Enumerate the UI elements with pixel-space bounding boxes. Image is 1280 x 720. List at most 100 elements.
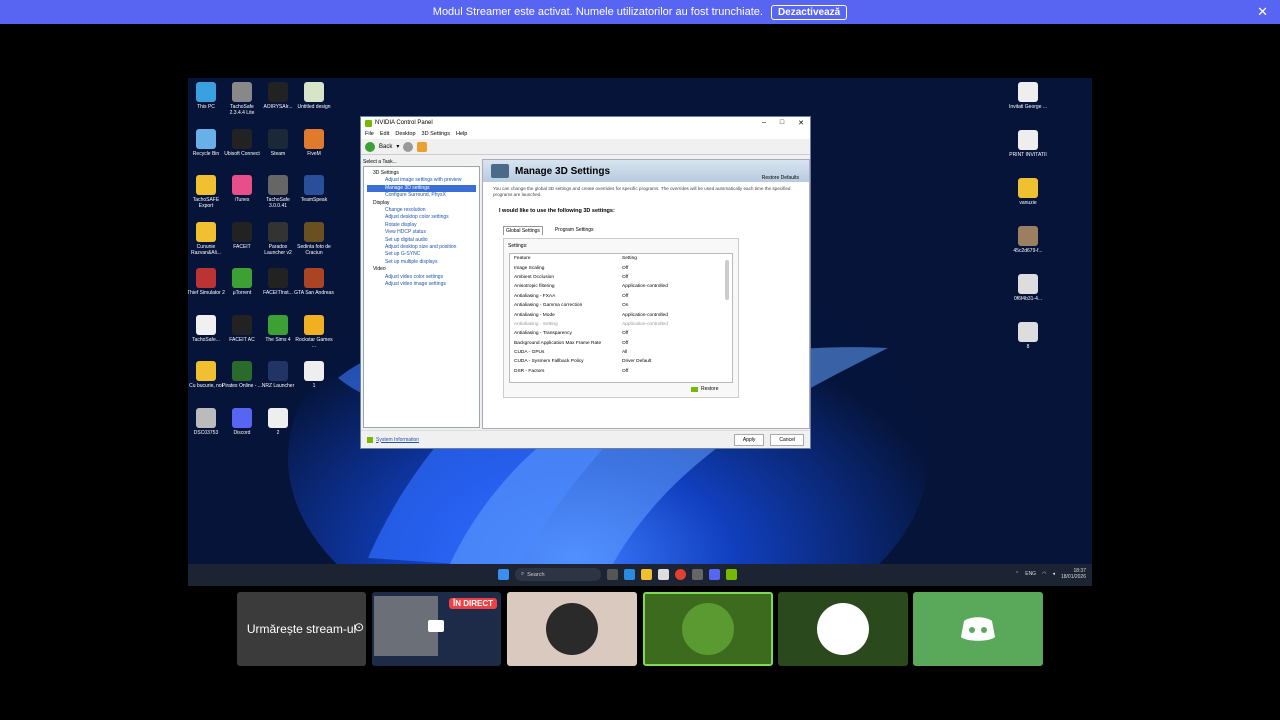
- menu-help[interactable]: Help: [456, 131, 467, 137]
- desktop-icon[interactable]: TachoSAFE Export: [188, 175, 226, 209]
- table-row[interactable]: Background Application Max Frame Rate Off: [510, 339, 732, 348]
- volume-icon[interactable]: ◂: [1052, 571, 1055, 577]
- table-row[interactable]: Antialiasing - FXAA Off: [510, 292, 732, 301]
- desktop-icon[interactable]: Rockstar Games ...: [294, 314, 334, 349]
- desktop-icon[interactable]: FACEIT AC: [222, 314, 262, 343]
- desktop-icon[interactable]: PRINT INVITATII: [1008, 130, 1048, 158]
- desktop-icon[interactable]: 1: [294, 361, 334, 389]
- watch-stream-tile[interactable]: Urmărește stream-ul ⊙: [237, 592, 366, 666]
- tree-item[interactable]: Set up multiple displays: [367, 259, 476, 266]
- tree-item[interactable]: Set up digital audio: [367, 237, 476, 244]
- desktop-icon[interactable]: vanuzie: [1008, 178, 1048, 206]
- table-row[interactable]: DSR - Factors Off: [510, 367, 732, 376]
- table-row[interactable]: CUDA - GPUs All: [510, 348, 732, 357]
- desktop-icon[interactable]: TachoSafe...: [188, 314, 226, 343]
- table-row[interactable]: Antialiasing - Setting Application-contro…: [510, 320, 732, 329]
- tab-global-settings[interactable]: Global Settings: [503, 226, 543, 235]
- desktop-icon[interactable]: 0f6f4b31-4...: [1008, 274, 1048, 302]
- grid-scrollbar[interactable]: [725, 260, 729, 300]
- tree-item[interactable]: View HDCP status: [367, 229, 476, 236]
- tree-item[interactable]: Adjust desktop color settings: [367, 214, 476, 221]
- desktop-icon[interactable]: Invitati George ...: [1008, 82, 1048, 110]
- desktop-icon[interactable]: The Sims 4: [258, 314, 298, 343]
- table-row[interactable]: Antialiasing - Mode Application-controlle…: [510, 310, 732, 319]
- tree-category[interactable]: Video: [367, 266, 476, 273]
- close-icon[interactable]: ✕: [1257, 4, 1268, 20]
- store-icon[interactable]: [658, 569, 669, 580]
- desktop-icon[interactable]: iTunes: [222, 175, 262, 203]
- live-stream-tile[interactable]: ÎN DIRECT: [372, 592, 501, 666]
- desktop-icon[interactable]: Recycle Bin: [188, 128, 226, 157]
- desktop-icon[interactable]: NRZ Launcher: [258, 361, 298, 389]
- desktop-icon[interactable]: 45c2d679-f...: [1008, 226, 1048, 254]
- desktop-icon[interactable]: FACEIT: [222, 221, 262, 250]
- participant-tile-2-speaking[interactable]: [643, 592, 773, 666]
- chrome-icon[interactable]: [675, 569, 686, 580]
- menu-edit[interactable]: Edit: [380, 131, 389, 137]
- disable-streamer-mode-button[interactable]: Dezactivează: [770, 4, 848, 20]
- minimize-icon[interactable]: –: [762, 119, 766, 127]
- participant-tile-1[interactable]: [507, 592, 637, 666]
- apply-button[interactable]: Apply: [733, 433, 765, 446]
- app-icon[interactable]: [692, 569, 703, 580]
- table-row[interactable]: Antialiasing - Gamma correction On: [510, 301, 732, 310]
- home-icon[interactable]: [417, 141, 428, 152]
- discord-taskbar-icon[interactable]: [709, 569, 720, 580]
- back-arrow-icon[interactable]: [365, 141, 375, 152]
- edge-icon[interactable]: [624, 569, 635, 580]
- system-information-link[interactable]: System Information: [376, 437, 419, 443]
- desktop-icon[interactable]: Pirates Online - ...: [222, 361, 262, 389]
- desktop-icon[interactable]: Cununie Razvan&Ali...: [188, 221, 226, 256]
- chevron-up-icon[interactable]: ⌃: [1015, 571, 1019, 577]
- participant-tile-3[interactable]: [778, 592, 908, 666]
- wifi-icon[interactable]: ◠: [1042, 571, 1046, 577]
- desktop-icon[interactable]: Untitled design: [294, 82, 334, 110]
- desktop-icon[interactable]: µTorrent: [222, 268, 262, 296]
- desktop-icon[interactable]: This PC: [188, 82, 226, 110]
- tree-item[interactable]: Rotate display: [367, 222, 476, 229]
- desktop-icon[interactable]: FACEITInst...: [258, 268, 298, 296]
- tree-item[interactable]: Adjust desktop size and position: [367, 244, 476, 251]
- desktop-icon[interactable]: TeamSpeak: [294, 175, 334, 203]
- desktop-icon[interactable]: AOIRYSAIr...: [258, 82, 298, 110]
- start-icon[interactable]: [498, 569, 509, 580]
- participant-tile-4[interactable]: [913, 592, 1043, 666]
- desktop-icon[interactable]: GTA San Andreas: [294, 268, 334, 296]
- tree-item[interactable]: Configure Surround, PhysX: [367, 192, 476, 199]
- desktop-icon[interactable]: TachoSafe 2.3.4.4 Lite: [222, 82, 262, 116]
- desktop-icon[interactable]: FiveM: [294, 128, 334, 157]
- table-row[interactable]: Anisotropic filtering Application-control…: [510, 282, 732, 291]
- desktop-icon[interactable]: 2: [258, 407, 298, 436]
- desktop-icon[interactable]: Paradox Launcher v2: [258, 221, 298, 256]
- restore-defaults-link[interactable]: Restore Defaults: [762, 175, 799, 181]
- tree-item[interactable]: Adjust video color settings: [367, 274, 476, 281]
- close-icon[interactable]: ✕: [798, 119, 804, 127]
- tree-item[interactable]: Change resolution: [367, 207, 476, 214]
- tree-category[interactable]: 3D Settings: [367, 170, 476, 177]
- nvidia-taskbar-icon[interactable]: [726, 569, 737, 580]
- language-indicator[interactable]: ENG: [1025, 571, 1036, 577]
- tree-item[interactable]: Set up G-SYNC: [367, 251, 476, 258]
- desktop-icon[interactable]: DSC03753: [188, 407, 226, 436]
- desktop-icon[interactable]: Cu bucurie, noi: [188, 361, 226, 389]
- cancel-button[interactable]: Cancel: [770, 433, 804, 446]
- file-explorer-icon[interactable]: [641, 569, 652, 580]
- desktop-icon[interactable]: Sedinta foto de Craciun: [294, 221, 334, 256]
- task-view-icon[interactable]: [607, 569, 618, 580]
- table-row[interactable]: CUDA - Sysmem Fallback Policy Driver Defa…: [510, 357, 732, 366]
- back-button[interactable]: Back: [379, 144, 392, 150]
- tree-item[interactable]: Manage 3D settings: [367, 184, 476, 193]
- table-row[interactable]: Image Scaling Off: [510, 263, 732, 272]
- menu-file[interactable]: File: [365, 131, 374, 137]
- menu-desktop[interactable]: Desktop: [395, 131, 415, 137]
- restore-button[interactable]: Restore: [691, 386, 719, 392]
- desktop-icon[interactable]: Ubisoft Connect: [222, 128, 262, 157]
- desktop-icon[interactable]: Discord: [222, 407, 262, 436]
- menu-3d-settings[interactable]: 3D Settings: [422, 131, 450, 137]
- table-row[interactable]: Antialiasing - Transparency Off: [510, 329, 732, 338]
- tree-item[interactable]: Adjust image settings with preview: [367, 177, 476, 184]
- desktop-icon[interactable]: Steam: [258, 128, 298, 157]
- back-dropdown-icon[interactable]: ▾: [396, 143, 399, 150]
- tab-program-settings[interactable]: Program Settings: [553, 226, 596, 235]
- tree-item[interactable]: Adjust video image settings: [367, 281, 476, 288]
